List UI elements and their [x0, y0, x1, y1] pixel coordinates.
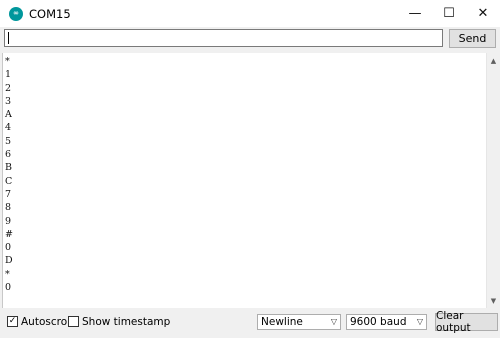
output-line: 6	[5, 149, 12, 161]
output-lines: * 1 2 3 A 4 5 6 B C 7 8 9 # 0 D * 0	[3, 53, 486, 294]
output-line: C	[5, 175, 13, 187]
output-line: 7	[5, 188, 12, 200]
output-line: A	[5, 109, 12, 121]
window-title: COM15	[29, 6, 71, 21]
baud-rate-select[interactable]: 9600 baud ▽	[346, 314, 427, 330]
maximize-icon[interactable]: ☐	[432, 0, 466, 27]
serial-output-area[interactable]: * 1 2 3 A 4 5 6 B C 7 8 9 # 0 D * 0	[2, 53, 486, 308]
text-caret	[8, 32, 9, 44]
output-line: D	[5, 255, 13, 267]
autoscroll-checkbox[interactable]: ✓	[7, 316, 18, 327]
checkmark-icon: ✓	[8, 316, 17, 326]
output-line: 9	[5, 215, 12, 227]
serial-send-input[interactable]	[4, 29, 443, 47]
title-bar: ∞ COM15 — ☐ ✕	[0, 0, 500, 27]
clear-output-button[interactable]: Clear output	[435, 310, 498, 334]
show-timestamp-checkbox[interactable]	[68, 316, 79, 327]
chevron-down-icon: ▽	[416, 317, 423, 326]
output-line: 3	[5, 95, 12, 107]
scroll-down-arrow-icon[interactable]: ▼	[487, 294, 500, 307]
output-line: 5	[5, 135, 12, 147]
output-line: *	[5, 268, 10, 280]
chevron-down-icon: ▽	[330, 317, 337, 326]
minimize-icon[interactable]: —	[398, 0, 432, 27]
autoscroll-label: Autoscroll	[21, 316, 73, 328]
output-line: 2	[5, 82, 12, 94]
output-line: #	[5, 228, 13, 240]
scroll-up-arrow-icon[interactable]: ▲	[487, 54, 500, 67]
line-ending-select[interactable]: Newline ▽	[257, 314, 341, 330]
arduino-logo-icon: ∞	[9, 6, 23, 21]
output-line: 1	[5, 69, 12, 81]
window-controls: — ☐ ✕	[398, 0, 500, 27]
output-line: 4	[5, 122, 12, 134]
line-ending-value: Newline	[261, 316, 303, 328]
show-timestamp-label: Show timestamp	[82, 316, 171, 328]
output-line: *	[5, 56, 10, 67]
output-line: 8	[5, 202, 12, 214]
vertical-scrollbar[interactable]: ▲ ▼	[486, 53, 500, 308]
output-line: 0	[5, 282, 12, 294]
close-icon[interactable]: ✕	[466, 0, 500, 27]
output-line: 0	[5, 242, 12, 254]
output-line: B	[5, 162, 12, 174]
send-button[interactable]: Send	[449, 29, 496, 48]
baud-rate-value: 9600 baud	[350, 316, 407, 328]
